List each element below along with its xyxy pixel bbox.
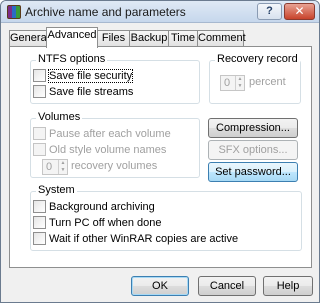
volumes-group: Volumes Pause after each volume Old styl… bbox=[30, 111, 200, 178]
ntfs-options-group: NTFS options Save file security Save fil… bbox=[30, 53, 200, 104]
spinner-arrows-icon[interactable]: ▲ ▼ bbox=[58, 160, 67, 174]
spinner-arrows-icon[interactable]: ▲ ▼ bbox=[235, 76, 244, 90]
recovery-record-group: Recovery record 0 ▲ ▼ percent bbox=[209, 53, 301, 104]
advanced-tab-panel: NTFS options Save file security Save fil… bbox=[9, 46, 312, 268]
turn-pc-off-checkbox[interactable] bbox=[33, 216, 46, 229]
save-file-security-option[interactable]: Save file security bbox=[33, 68, 134, 83]
tab-backup[interactable]: Backup bbox=[129, 30, 169, 46]
tab-time[interactable]: Time bbox=[168, 30, 198, 46]
pause-after-volume-label: Pause after each volume bbox=[49, 127, 171, 140]
help-title-button[interactable]: ? bbox=[257, 3, 282, 20]
save-file-streams-option[interactable]: Save file streams bbox=[33, 85, 133, 99]
ok-button[interactable]: OK bbox=[131, 276, 189, 296]
tab-comment[interactable]: Comment bbox=[197, 30, 246, 46]
window-title: Archive name and parameters bbox=[25, 5, 186, 19]
background-archiving-option[interactable]: Background archiving bbox=[33, 200, 155, 214]
tab-files[interactable]: Files bbox=[97, 30, 130, 46]
recovery-volumes-label: recovery volumes bbox=[71, 160, 158, 172]
recovery-volumes-spinner[interactable]: 0 ▲ ▼ bbox=[42, 159, 68, 175]
compression-button[interactable]: Compression... bbox=[208, 118, 298, 138]
wait-other-copies-option[interactable]: Wait if other WinRAR copies are active bbox=[33, 232, 238, 246]
dialog-window: Archive name and parameters ? ✕ General … bbox=[0, 0, 320, 303]
recovery-record-value: 0 bbox=[224, 77, 231, 89]
tab-general[interactable]: General bbox=[9, 30, 49, 46]
pause-after-volume-option[interactable]: Pause after each volume bbox=[33, 127, 171, 141]
save-file-streams-label: Save file streams bbox=[49, 85, 134, 98]
tab-advanced[interactable]: Advanced bbox=[46, 27, 98, 48]
turn-pc-off-label: Turn PC off when done bbox=[49, 216, 162, 229]
old-style-names-checkbox[interactable] bbox=[33, 143, 46, 156]
wait-other-copies-label: Wait if other WinRAR copies are active bbox=[49, 232, 239, 245]
background-archiving-checkbox[interactable] bbox=[33, 200, 46, 213]
turn-pc-off-option[interactable]: Turn PC off when done bbox=[33, 216, 162, 230]
cancel-button[interactable]: Cancel bbox=[198, 276, 256, 296]
set-password-button[interactable]: Set password... bbox=[208, 162, 298, 182]
winrar-app-icon bbox=[7, 5, 21, 19]
wait-other-copies-checkbox[interactable] bbox=[33, 232, 46, 245]
recovery-volumes-value: 0 bbox=[46, 161, 53, 173]
help-button[interactable]: Help bbox=[263, 276, 313, 296]
recovery-record-unit: percent bbox=[249, 76, 286, 88]
system-title: System bbox=[36, 184, 77, 196]
old-style-names-label: Old style volume names bbox=[49, 143, 167, 156]
pause-after-volume-checkbox[interactable] bbox=[33, 127, 46, 140]
save-file-streams-checkbox[interactable] bbox=[33, 85, 46, 98]
old-style-names-option[interactable]: Old style volume names bbox=[33, 143, 166, 157]
system-group: System Background archiving Turn PC off … bbox=[30, 184, 302, 251]
close-button[interactable]: ✕ bbox=[284, 3, 315, 20]
save-file-security-label: Save file security bbox=[47, 68, 134, 83]
recovery-record-title: Recovery record bbox=[215, 53, 300, 65]
title-bar[interactable]: Archive name and parameters ? ✕ bbox=[1, 1, 319, 23]
volumes-title: Volumes bbox=[36, 111, 83, 123]
background-archiving-label: Background archiving bbox=[49, 200, 155, 213]
save-file-security-checkbox[interactable] bbox=[33, 69, 46, 82]
ntfs-options-title: NTFS options bbox=[36, 53, 108, 65]
sfx-options-button[interactable]: SFX options... bbox=[208, 140, 298, 160]
recovery-record-spinner[interactable]: 0 ▲ ▼ bbox=[220, 75, 245, 91]
